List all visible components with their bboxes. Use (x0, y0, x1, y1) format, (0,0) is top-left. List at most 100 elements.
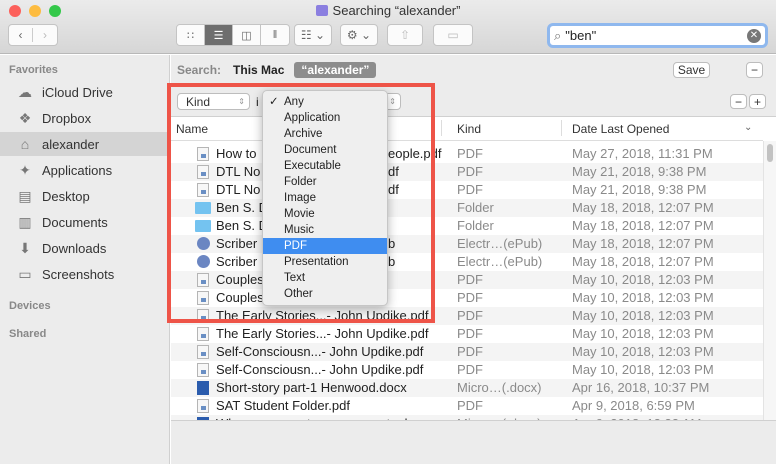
menu-item-label: Movie (284, 208, 315, 220)
file-kind: PDF (457, 272, 483, 287)
sort-chevron-icon[interactable]: ⌄ (744, 122, 752, 133)
cover-flow-button[interactable]: ‖ (261, 25, 289, 45)
file-kind: PDF (457, 398, 483, 413)
file-kind: Electr…(ePub) (457, 254, 543, 269)
pdf-file-icon (197, 345, 209, 359)
back-button[interactable]: ‹ (9, 28, 34, 42)
file-kind: PDF (457, 308, 483, 323)
scrollbar-thumb[interactable] (767, 144, 773, 162)
file-date: May 27, 2018, 11:31 PM (572, 146, 713, 161)
operator-fragment: i (256, 95, 259, 109)
file-date: May 10, 2018, 12:03 PM (572, 326, 714, 341)
table-row[interactable]: DTL No df PDF May 21, 2018, 9:38 PM (171, 181, 763, 199)
pdf-file-icon (197, 327, 209, 341)
menu-item-movie[interactable]: Movie (263, 206, 387, 222)
table-row[interactable]: The Early Stories...- John Updike.pdf PD… (171, 307, 763, 325)
file-list: How to eople.pdf PDF May 27, 2018, 11:31… (171, 145, 763, 420)
remove-criterion-button[interactable]: − (730, 94, 747, 109)
table-row[interactable]: Ben S. D Folder May 18, 2018, 12:07 PM (171, 217, 763, 235)
group-by-button[interactable]: ☷ ⌄ (294, 24, 332, 46)
sidebar-item-dropbox[interactable]: ❖ Dropbox (0, 106, 170, 130)
scope-folder-alexander[interactable]: “alexander” (294, 62, 377, 78)
menu-item-presentation[interactable]: Presentation (263, 254, 387, 270)
sidebar-item-desktop[interactable]: ▤ Desktop (0, 184, 170, 208)
table-row[interactable]: Self-Consciousn...- John Updike.pdf PDF … (171, 343, 763, 361)
search-scope-label: Search: (177, 63, 222, 77)
table-row[interactable]: SAT Student Folder.pdf PDF Apr 9, 2018, … (171, 397, 763, 415)
menu-item-label: Application (284, 112, 341, 124)
menu-item-archive[interactable]: Archive (263, 126, 387, 142)
file-kind: Micro…(.docx) (457, 380, 542, 395)
file-name: Couples (216, 272, 264, 287)
menu-item-executable[interactable]: Executable (263, 158, 387, 174)
table-row[interactable]: Scriber b Electr…(ePub) May 18, 2018, 12… (171, 253, 763, 271)
tags-button[interactable]: ▭ (433, 24, 473, 46)
sidebar-item-documents[interactable]: ▥ Documents (0, 210, 170, 234)
menu-item-text[interactable]: Text (263, 270, 387, 286)
table-row[interactable]: How to eople.pdf PDF May 27, 2018, 11:31… (171, 145, 763, 163)
sidebar-item-screenshots[interactable]: ▭ Screenshots (0, 262, 170, 286)
menu-item-label: PDF (284, 240, 307, 252)
file-name: The Early Stories...- John Updike.pdf (216, 308, 429, 323)
menu-item-folder[interactable]: Folder (263, 174, 387, 190)
file-name-tail: eople.pdf (388, 146, 442, 161)
sidebar-item-label: iCloud Drive (42, 84, 113, 100)
sidebar-item-icloud-drive[interactable]: ☁ iCloud Drive (0, 80, 170, 104)
file-name: SAT Student Folder.pdf (216, 398, 350, 413)
scope-this-mac[interactable]: This Mac (233, 63, 284, 77)
menu-item-pdf[interactable]: PDF (263, 238, 387, 254)
menu-item-any[interactable]: ✓ Any (263, 94, 387, 110)
icon-view-button[interactable]: ∷ (177, 25, 205, 45)
file-name: Scriber (216, 236, 258, 251)
action-gear-button[interactable]: ⚙ ⌄ (340, 24, 378, 46)
table-row[interactable]: Couples - John Updike.pdf PDF May 10, 20… (171, 289, 763, 307)
save-search-button[interactable]: Save (673, 62, 710, 78)
search-field[interactable]: ⌕ "ben" ✕ (547, 23, 768, 48)
pdf-file-icon (197, 273, 209, 287)
attribute-select[interactable]: Kind ⇕ (177, 93, 250, 110)
sidebar-item-downloads[interactable]: ⬇ Downloads (0, 236, 170, 260)
list-view-button[interactable]: ☰ (205, 25, 233, 45)
kind-dropdown-menu: ✓ Any Application Archive Document Executable… (262, 90, 388, 306)
status-bar (171, 420, 776, 464)
table-row[interactable]: DTL No df PDF May 21, 2018, 9:38 PM (171, 163, 763, 181)
search-input[interactable]: "ben" (565, 28, 596, 43)
column-kind[interactable]: Kind (457, 122, 481, 136)
file-date: May 10, 2018, 12:03 PM (572, 308, 714, 323)
menu-item-label: Executable (284, 160, 341, 172)
column-divider[interactable] (561, 120, 562, 136)
menu-item-document[interactable]: Document (263, 142, 387, 158)
share-button[interactable]: ⇧ (387, 24, 423, 46)
pdf-file-icon (197, 363, 209, 377)
forward-button[interactable]: › (33, 28, 57, 42)
file-kind: PDF (457, 164, 483, 179)
add-criterion-button[interactable]: + (749, 94, 766, 109)
column-divider[interactable] (441, 120, 442, 136)
shared-heading: Shared (9, 328, 47, 340)
table-row[interactable]: Ben S. D Folder May 18, 2018, 12:07 PM (171, 199, 763, 217)
menu-item-other[interactable]: Other (263, 286, 387, 302)
table-row[interactable]: Short-story part-1 Henwood.docx Micro…(.… (171, 379, 763, 397)
column-date-last-opened[interactable]: Date Last Opened (572, 122, 669, 136)
table-row[interactable]: Self-Consciousn...- John Updike.pdf PDF … (171, 361, 763, 379)
remove-scope-button[interactable]: − (746, 62, 763, 78)
cloud-icon: ☁ (18, 83, 32, 100)
column-view-button[interactable]: ◫ (233, 25, 261, 45)
menu-item-application[interactable]: Application (263, 110, 387, 126)
table-row[interactable]: The Early Stories...- John Updike.pdf PD… (171, 325, 763, 343)
desktop-icon: ▤ (18, 187, 32, 204)
menu-item-music[interactable]: Music (263, 222, 387, 238)
file-date: Apr 16, 2018, 10:37 PM (572, 380, 710, 395)
menu-item-image[interactable]: Image (263, 190, 387, 206)
table-row[interactable]: Couples PDF May 10, 2018, 12:03 PM (171, 271, 763, 289)
clear-search-icon[interactable]: ✕ (747, 29, 761, 43)
folder-icon: ▭ (18, 265, 32, 282)
table-row[interactable]: Scriber b Electr…(ePub) May 18, 2018, 12… (171, 235, 763, 253)
sidebar-item-alexander[interactable]: ⌂ alexander (0, 132, 170, 156)
file-kind: PDF (457, 344, 483, 359)
file-name-tail: df (388, 182, 399, 197)
column-name[interactable]: Name (176, 122, 208, 136)
sidebar-item-applications[interactable]: ✦ Applications (0, 158, 170, 182)
scrollbar[interactable] (763, 141, 776, 420)
column-header: Name Kind Date Last Opened ⌄ (171, 117, 763, 141)
